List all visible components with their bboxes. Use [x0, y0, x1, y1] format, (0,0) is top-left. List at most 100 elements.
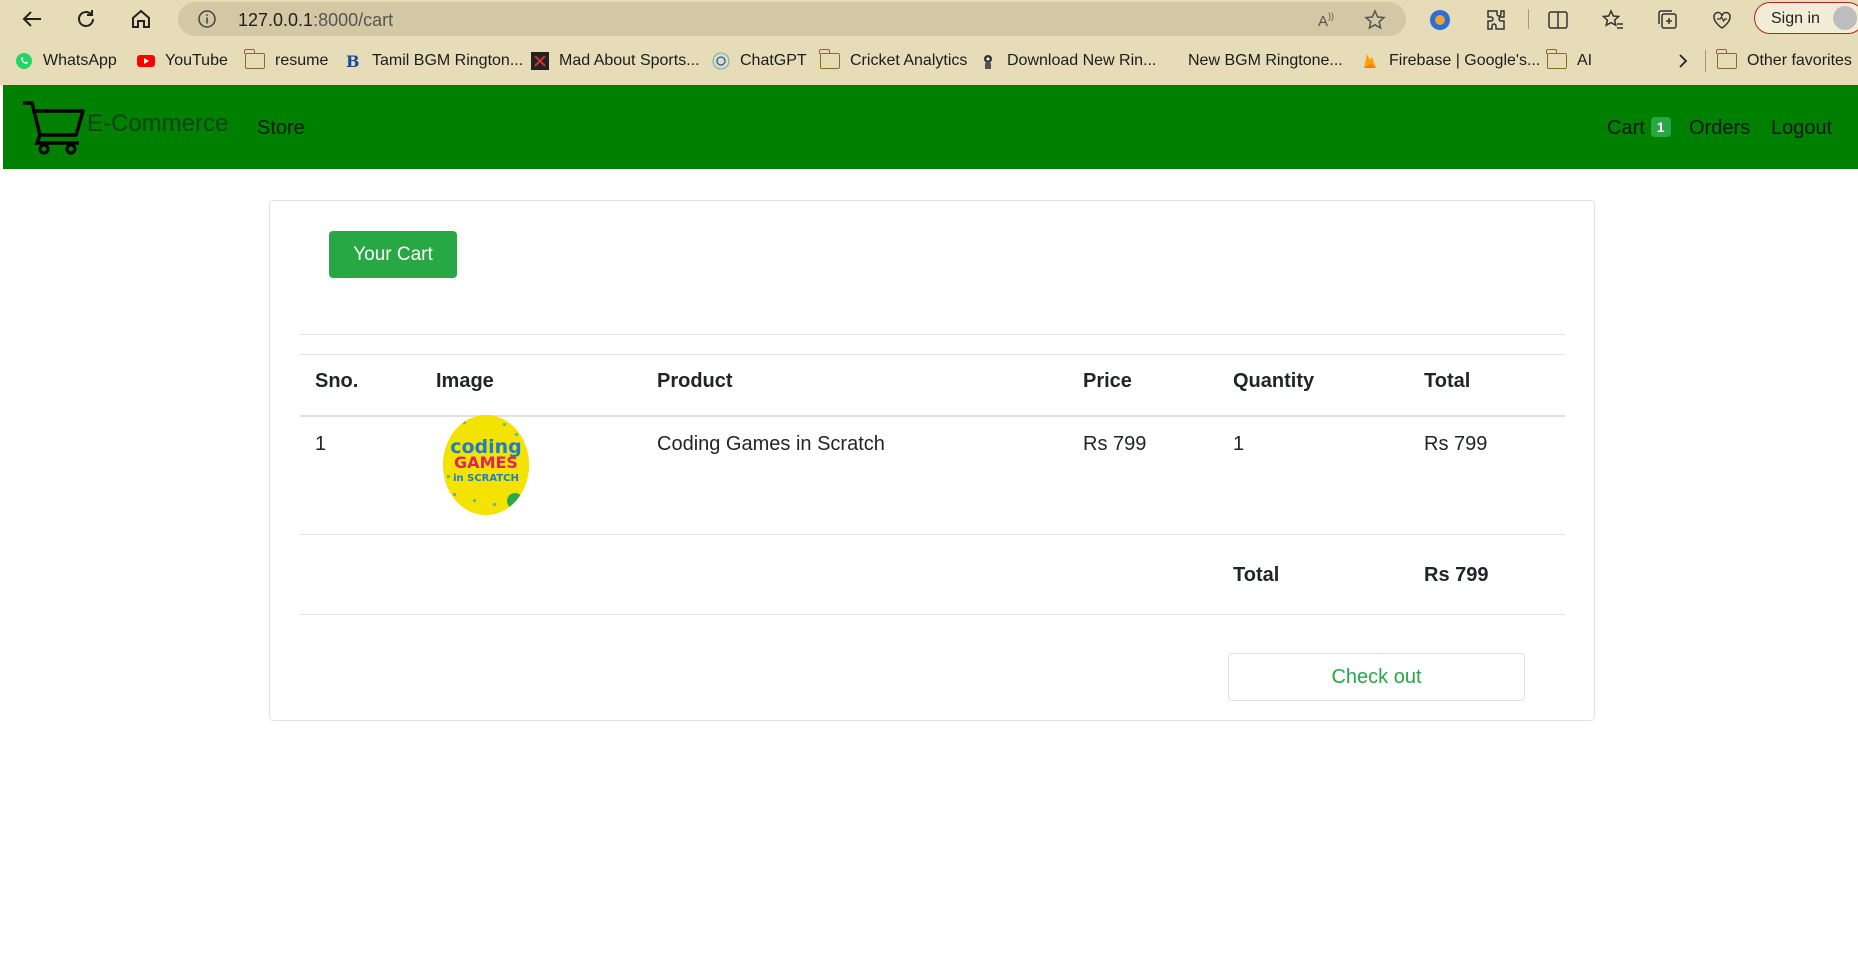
header-quantity: Quantity [1233, 370, 1315, 392]
checkout-button[interactable]: Check out [1228, 653, 1525, 701]
cart-card: Your Cart Sno. Image Product Price Quant… [269, 200, 1595, 721]
bookmark-mad-about-sports[interactable]: Mad About Sports... [531, 52, 700, 70]
reload-button[interactable] [74, 7, 98, 31]
youtube-icon [137, 55, 155, 67]
your-cart-button[interactable]: Your Cart [329, 231, 457, 278]
cart-count-badge: 1 [1650, 117, 1671, 137]
bookmark-other-favorites[interactable]: Other favorites [1716, 49, 1852, 70]
whatsapp-icon [16, 53, 32, 69]
nav-logout-link[interactable]: Logout [1771, 117, 1832, 140]
nav-cart-link[interactable]: Cart 1 [1607, 117, 1671, 140]
home-icon [132, 9, 150, 28]
header-total: Total [1424, 370, 1471, 392]
header-sno: Sno. [315, 370, 359, 392]
chatgpt-icon [712, 52, 730, 70]
bookmark-ai[interactable]: AI [1546, 49, 1593, 70]
favorites-icon[interactable] [1601, 8, 1625, 32]
bookmark-label: Download New Rin... [1007, 52, 1157, 69]
favorite-star-icon[interactable] [1364, 9, 1386, 31]
extensions-icon[interactable] [1484, 8, 1508, 32]
svg-text:)): )) [1328, 11, 1334, 21]
address-bar[interactable]: 127.0.0.1:8000/cart A)) [178, 2, 1406, 36]
bookmark-label: WhatsApp [43, 52, 117, 69]
sign-in-label: Sign in [1771, 10, 1820, 27]
url-text[interactable]: 127.0.0.1:8000/cart [238, 10, 393, 31]
folder-icon [1716, 49, 1737, 69]
grand-total-label: Total [1233, 564, 1280, 586]
bookmark-whatsapp[interactable]: WhatsApp [15, 52, 117, 70]
extension-blue-icon[interactable] [1428, 8, 1452, 32]
url-path: :8000/cart [313, 10, 394, 30]
bookmark-label: Other favorites [1747, 52, 1852, 69]
shopping-cart-icon[interactable] [21, 99, 91, 155]
site-icon [1170, 52, 1178, 70]
bookmark-label: Tamil BGM Rington... [372, 52, 524, 69]
bookmark-resume[interactable]: resume [244, 49, 329, 70]
bookmark-new-bgm[interactable]: New BGM Ringtone... [1170, 52, 1343, 70]
svg-text:B: B [346, 52, 360, 70]
toolbar-divider [1528, 9, 1529, 29]
item-sno: 1 [315, 433, 327, 455]
back-button[interactable] [20, 7, 44, 31]
nav-orders-link[interactable]: Orders [1689, 117, 1750, 140]
sign-in-button[interactable]: Sign in [1754, 2, 1858, 34]
bookmark-label: Mad About Sports... [559, 52, 700, 69]
collections-icon[interactable] [1656, 8, 1680, 32]
totals-border [300, 614, 1565, 615]
row-border [300, 534, 1565, 535]
site-icon: B [346, 52, 360, 70]
chevron-right-icon [1679, 54, 1688, 68]
bookmark-youtube[interactable]: YouTube [137, 52, 228, 70]
grand-total-value: Rs 799 [1424, 564, 1489, 586]
home-button[interactable] [129, 7, 153, 31]
browser-toolbar: 127.0.0.1:8000/cart A)) Sign in [0, 0, 1858, 38]
brand-name[interactable]: E-Commerce [87, 110, 228, 138]
item-quantity: 1 [1233, 433, 1245, 455]
cover-title-line3: in SCRATCH [453, 473, 519, 484]
bookmarks-divider [1705, 50, 1706, 72]
reload-icon [78, 10, 94, 27]
header-product: Product [657, 370, 733, 392]
bookmark-label: AI [1577, 52, 1593, 69]
bookmark-label: resume [275, 52, 329, 69]
bookmark-download-ringtone[interactable]: Download New Rin... [979, 52, 1156, 70]
item-product-name: Coding Games in Scratch [657, 433, 885, 455]
avatar [1833, 6, 1857, 30]
bookmarks-bar: WhatsApp YouTube resume B Tamil BGM Ring… [0, 38, 1858, 85]
bookmark-label: Firebase | Google's... [1389, 52, 1541, 69]
folder-icon [1546, 49, 1567, 69]
book-cover-art: coding GAMES in SCRATCH [443, 415, 529, 515]
product-image[interactable]: coding GAMES in SCRATCH [443, 415, 529, 515]
header-price: Price [1083, 370, 1132, 392]
svg-text:A: A [1318, 13, 1328, 30]
read-aloud-icon[interactable]: A)) [1316, 9, 1338, 31]
header-image: Image [436, 370, 494, 392]
bookmark-label: Cricket Analytics [850, 52, 968, 69]
site-navbar: E-Commerce Store Cart 1 Orders Logout [3, 85, 1858, 169]
url-host: 127.0.0.1 [238, 10, 314, 30]
bookmarks-overflow-button[interactable] [1676, 52, 1690, 70]
nav-store-link[interactable]: Store [257, 117, 305, 140]
bookmark-label: ChatGPT [740, 52, 807, 69]
firebase-icon [1364, 54, 1376, 68]
site-icon [984, 55, 992, 69]
nav-cart-label: Cart [1607, 117, 1645, 139]
bookmark-cricket-analytics[interactable]: Cricket Analytics [819, 49, 968, 70]
cover-title-line2: GAMES [454, 453, 518, 472]
bookmark-tamil-bgm[interactable]: B Tamil BGM Rington... [344, 52, 523, 70]
info-icon[interactable] [198, 10, 216, 28]
back-arrow-icon [22, 11, 41, 27]
bookmark-chatgpt[interactable]: ChatGPT [712, 52, 807, 70]
page-content: E-Commerce Store Cart 1 Orders Logout You… [0, 85, 1858, 971]
bookmark-label: New BGM Ringtone... [1188, 52, 1343, 69]
bookmark-firebase[interactable]: Firebase | Google's... [1361, 52, 1540, 70]
browser-essentials-icon[interactable] [1710, 8, 1734, 32]
site-icon [531, 52, 549, 70]
bookmark-label: YouTube [165, 52, 228, 69]
folder-icon [244, 49, 265, 69]
item-total: Rs 799 [1424, 433, 1488, 455]
divider [300, 334, 1565, 335]
folder-icon [819, 49, 840, 69]
item-price: Rs 799 [1083, 433, 1147, 455]
split-screen-icon[interactable] [1546, 8, 1570, 32]
